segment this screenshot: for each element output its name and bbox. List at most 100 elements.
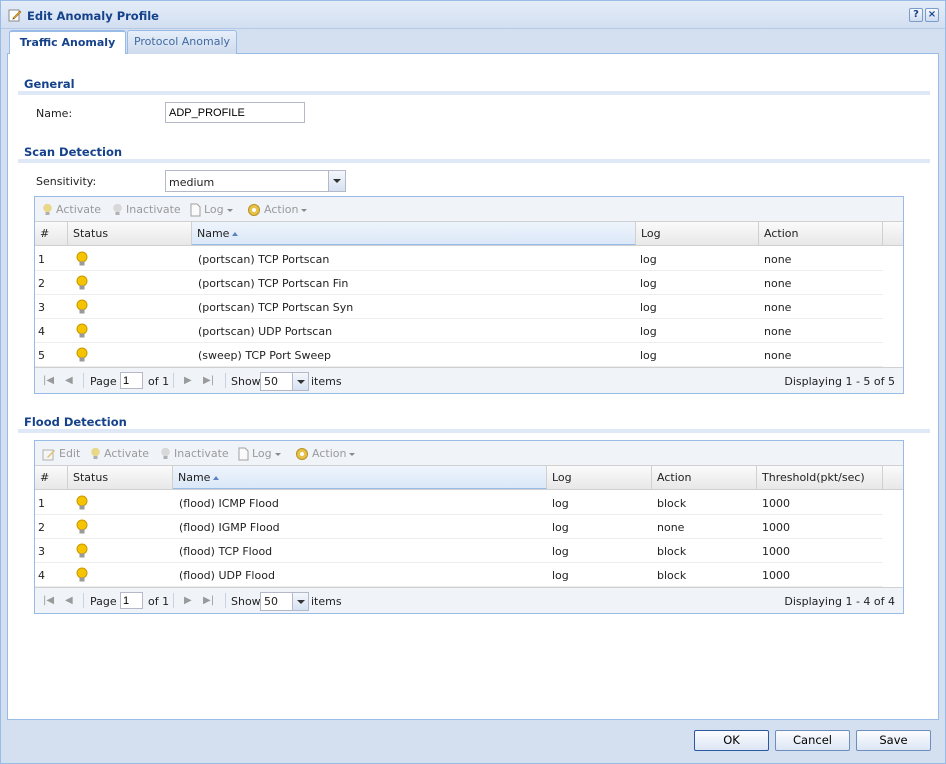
page-size-value: 50 xyxy=(264,375,278,388)
tab-label: Traffic Anomaly xyxy=(19,36,116,49)
sort-ascending-icon xyxy=(213,476,220,480)
column-header-label: Name xyxy=(197,227,230,240)
next-page-icon[interactable]: ▶ xyxy=(184,595,192,606)
cell-action: none xyxy=(764,349,792,362)
cell-name: (portscan) TCP Portscan Syn xyxy=(198,301,354,314)
page-input[interactable] xyxy=(120,592,143,609)
dialog-footer: OK Cancel Save xyxy=(1,721,945,763)
activate-button[interactable]: Activate xyxy=(90,447,149,461)
column-header-log[interactable]: Log xyxy=(547,466,652,489)
table-row[interactable]: 3 (flood) TCP Flood log block 1000 xyxy=(35,539,883,563)
lightbulb-icon[interactable] xyxy=(76,299,88,315)
table-row[interactable]: 3 (portscan) TCP Portscan Syn log none xyxy=(35,295,883,319)
action-menu-button[interactable]: Action xyxy=(247,203,308,217)
sensitivity-select[interactable]: medium xyxy=(165,170,346,192)
activate-button[interactable]: Activate xyxy=(42,203,101,217)
column-header-status[interactable]: Status xyxy=(68,466,173,489)
column-header-label: Log xyxy=(552,471,572,484)
flood-grid-pager: |◀ ◀ Page of 1 ▶ ▶| Show 50 items Displa… xyxy=(35,587,903,613)
dropdown-trigger[interactable] xyxy=(292,593,308,610)
cell-name: (portscan) TCP Portscan xyxy=(198,253,330,266)
close-icon: × xyxy=(927,9,937,20)
lightbulb-icon[interactable] xyxy=(76,567,88,583)
column-header-label: Name xyxy=(178,471,211,484)
prev-page-icon[interactable]: ◀ xyxy=(65,375,73,386)
action-menu-button[interactable]: Action xyxy=(295,447,356,461)
save-button[interactable]: Save xyxy=(856,730,931,751)
ok-button[interactable]: OK xyxy=(694,730,769,751)
cell-name: (portscan) TCP Portscan Fin xyxy=(198,277,349,290)
edit-pencil-icon xyxy=(8,9,22,22)
lightbulb-icon[interactable] xyxy=(76,495,88,511)
page-size-select[interactable]: 50 xyxy=(260,372,309,391)
tab-protocol-anomaly[interactable]: Protocol Anomaly xyxy=(127,30,237,54)
flood-detection-section-title: Flood Detection xyxy=(24,415,127,429)
cell-name: (flood) ICMP Flood xyxy=(179,497,279,510)
table-row[interactable]: 2 (flood) IGMP Flood log none 1000 xyxy=(35,515,883,539)
page-count-label: of 1 xyxy=(148,595,170,608)
help-icon: ? xyxy=(913,9,919,20)
column-header-action[interactable]: Action xyxy=(759,222,883,245)
column-header-number[interactable]: # xyxy=(35,466,68,489)
table-row[interactable]: 4 (flood) UDP Flood log block 1000 xyxy=(35,563,883,587)
log-label: Log xyxy=(252,447,272,460)
dialog-title: Edit Anomaly Profile xyxy=(27,9,159,23)
lightbulb-icon[interactable] xyxy=(76,251,88,267)
column-header-status[interactable]: Status xyxy=(68,222,192,245)
table-row[interactable]: 1 (portscan) TCP Portscan log none xyxy=(35,247,883,271)
inactivate-button[interactable]: Inactivate xyxy=(160,447,229,461)
help-button[interactable]: ? xyxy=(909,8,923,22)
edit-icon xyxy=(42,449,55,460)
lightbulb-icon[interactable] xyxy=(76,323,88,339)
lightbulb-icon[interactable] xyxy=(76,275,88,291)
toolbar-separator xyxy=(225,593,226,608)
last-page-icon[interactable]: ▶| xyxy=(203,375,214,386)
log-menu-button[interactable]: Log xyxy=(238,447,281,461)
page-size-select[interactable]: 50 xyxy=(260,592,309,611)
next-page-icon[interactable]: ▶ xyxy=(184,375,192,386)
show-label: Show xyxy=(231,375,261,388)
cell-num: 2 xyxy=(38,277,45,290)
lightbulb-icon[interactable] xyxy=(76,519,88,535)
cancel-button[interactable]: Cancel xyxy=(775,730,850,751)
column-header-number[interactable]: # xyxy=(35,222,68,245)
column-header-label: Action xyxy=(657,471,692,484)
column-header-action[interactable]: Action xyxy=(652,466,757,489)
scan-detection-grid: Activate Inactivate Log Action # Status … xyxy=(34,196,904,394)
dialog-titlebar[interactable]: Edit Anomaly Profile ? × xyxy=(1,1,945,29)
first-page-icon[interactable]: |◀ xyxy=(43,375,54,386)
lightbulb-icon[interactable] xyxy=(76,543,88,559)
close-button[interactable]: × xyxy=(925,8,939,22)
prev-page-icon[interactable]: ◀ xyxy=(65,595,73,606)
inactivate-button[interactable]: Inactivate xyxy=(112,203,181,217)
dropdown-trigger[interactable] xyxy=(292,373,308,390)
dropdown-trigger[interactable] xyxy=(328,171,345,191)
name-input[interactable] xyxy=(165,102,305,123)
table-row[interactable]: 4 (portscan) UDP Portscan log none xyxy=(35,319,883,343)
column-header-name[interactable]: Name xyxy=(173,466,547,489)
log-menu-button[interactable]: Log xyxy=(190,203,233,217)
table-row[interactable]: 2 (portscan) TCP Portscan Fin log none xyxy=(35,271,883,295)
table-row[interactable]: 1 (flood) ICMP Flood log block 1000 xyxy=(35,491,883,515)
page-input[interactable] xyxy=(120,372,143,389)
gear-icon xyxy=(296,448,308,460)
table-row[interactable]: 5 (sweep) TCP Port Sweep log none xyxy=(35,343,883,367)
lightbulb-icon[interactable] xyxy=(76,347,88,363)
cell-log: log xyxy=(552,545,569,558)
flood-grid-header: # Status Name Log Action Threshold(pkt/s… xyxy=(35,466,903,490)
edit-label: Edit xyxy=(59,447,81,460)
column-header-threshold[interactable]: Threshold(pkt/sec) xyxy=(757,466,883,489)
flood-detection-grid: Edit Activate Inactivate Log Action # St… xyxy=(34,440,904,614)
column-header-name[interactable]: Name xyxy=(192,222,636,245)
cell-log: log xyxy=(640,301,657,314)
cell-name: (flood) IGMP Flood xyxy=(179,521,280,534)
sort-ascending-icon xyxy=(232,232,239,236)
column-header-log[interactable]: Log xyxy=(636,222,759,245)
first-page-icon[interactable]: |◀ xyxy=(43,595,54,606)
tab-traffic-anomaly[interactable]: Traffic Anomaly xyxy=(9,30,126,55)
last-page-icon[interactable]: ▶| xyxy=(203,595,214,606)
show-label: Show xyxy=(231,595,261,608)
scan-detection-section-title: Scan Detection xyxy=(24,145,123,159)
edit-button[interactable]: Edit xyxy=(42,447,80,461)
cell-num: 4 xyxy=(38,569,45,582)
